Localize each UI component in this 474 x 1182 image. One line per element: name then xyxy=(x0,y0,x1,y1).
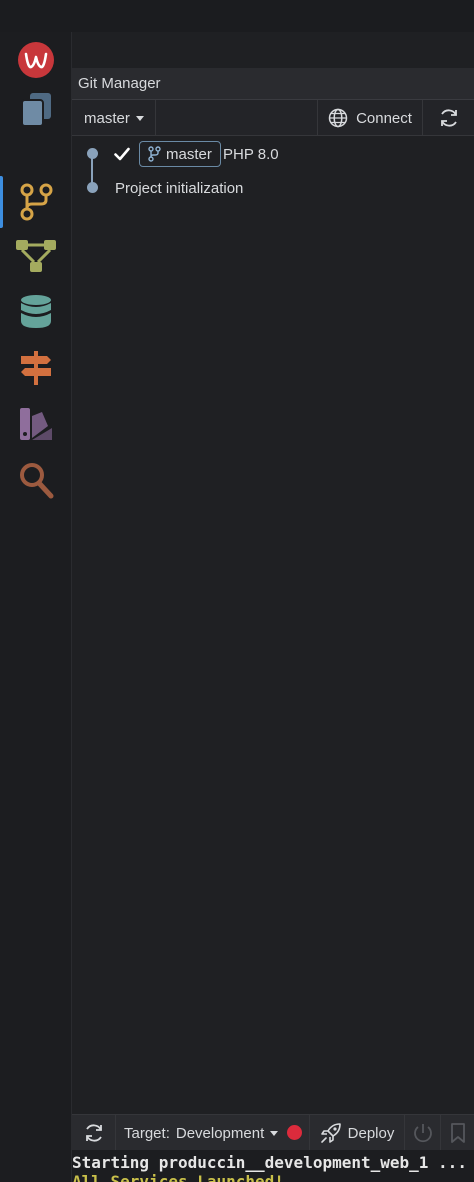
search-button[interactable] xyxy=(0,452,72,508)
refresh-icon xyxy=(85,1124,102,1142)
window-topbar xyxy=(0,0,474,32)
git-toolbar: master Connect xyxy=(72,100,474,136)
target-prefix: Target: xyxy=(124,1124,170,1142)
rocket-icon xyxy=(320,1123,341,1143)
refresh-icon xyxy=(440,109,457,127)
refresh-button[interactable] xyxy=(423,100,474,136)
connect-label: Connect xyxy=(356,109,412,127)
palette-button[interactable] xyxy=(0,396,72,452)
chevron-down-icon xyxy=(270,1130,279,1136)
database-button[interactable] xyxy=(0,284,72,340)
globe-icon xyxy=(328,108,348,128)
database-icon xyxy=(21,295,51,328)
deploy-button[interactable]: Deploy xyxy=(309,1115,405,1151)
logo-button[interactable] xyxy=(0,32,72,88)
bookmark-icon xyxy=(450,1123,465,1143)
bookmark-button[interactable] xyxy=(441,1115,474,1151)
branch-select[interactable]: master xyxy=(72,100,156,136)
git-manager-panel: Git Manager master Connect master PHP 8.… xyxy=(72,68,474,1114)
target-select[interactable]: Target: Development xyxy=(124,1115,279,1151)
checkmark-icon xyxy=(114,147,130,161)
status-bar: Target: Development Deploy xyxy=(72,1114,474,1151)
search-icon xyxy=(20,463,54,499)
status-indicator xyxy=(287,1125,302,1140)
commit-row[interactable]: Project initialization xyxy=(72,171,474,205)
terminal-line: Starting produccin__development_web_1 ..… xyxy=(72,1153,467,1172)
workflow-button[interactable] xyxy=(0,228,72,284)
workflow-icon xyxy=(16,240,56,272)
signpost-icon xyxy=(21,351,51,385)
branch-tag[interactable]: master xyxy=(139,141,221,167)
git-button[interactable] xyxy=(0,174,72,230)
activity-bar xyxy=(0,32,72,1182)
files-button[interactable] xyxy=(0,82,72,138)
deploy-label: Deploy xyxy=(347,1124,395,1142)
git-branch-icon xyxy=(20,183,53,221)
target-value: Development xyxy=(175,1124,265,1142)
commit-label: PHP 8.0 xyxy=(223,145,279,163)
chevron-down-icon xyxy=(135,115,144,121)
power-icon xyxy=(413,1124,432,1143)
logo-icon xyxy=(18,42,54,78)
power-button[interactable] xyxy=(405,1115,441,1151)
commit-row[interactable]: master PHP 8.0 xyxy=(72,137,474,171)
terminal-output: Starting produccin__development_web_1 ..… xyxy=(72,1150,474,1182)
panel-title: Git Manager xyxy=(72,68,474,100)
status-refresh-button[interactable] xyxy=(72,1115,116,1151)
palette-icon xyxy=(20,408,52,440)
commit-message: Project initialization xyxy=(115,179,244,197)
branch-select-label: master xyxy=(84,109,130,127)
connect-button[interactable]: Connect xyxy=(317,100,423,136)
branch-tag-label: master xyxy=(166,145,212,163)
files-icon xyxy=(21,93,51,127)
signpost-button[interactable] xyxy=(0,340,72,396)
terminal-line: All Services Launched! xyxy=(72,1172,284,1182)
git-branch-icon xyxy=(148,146,161,162)
